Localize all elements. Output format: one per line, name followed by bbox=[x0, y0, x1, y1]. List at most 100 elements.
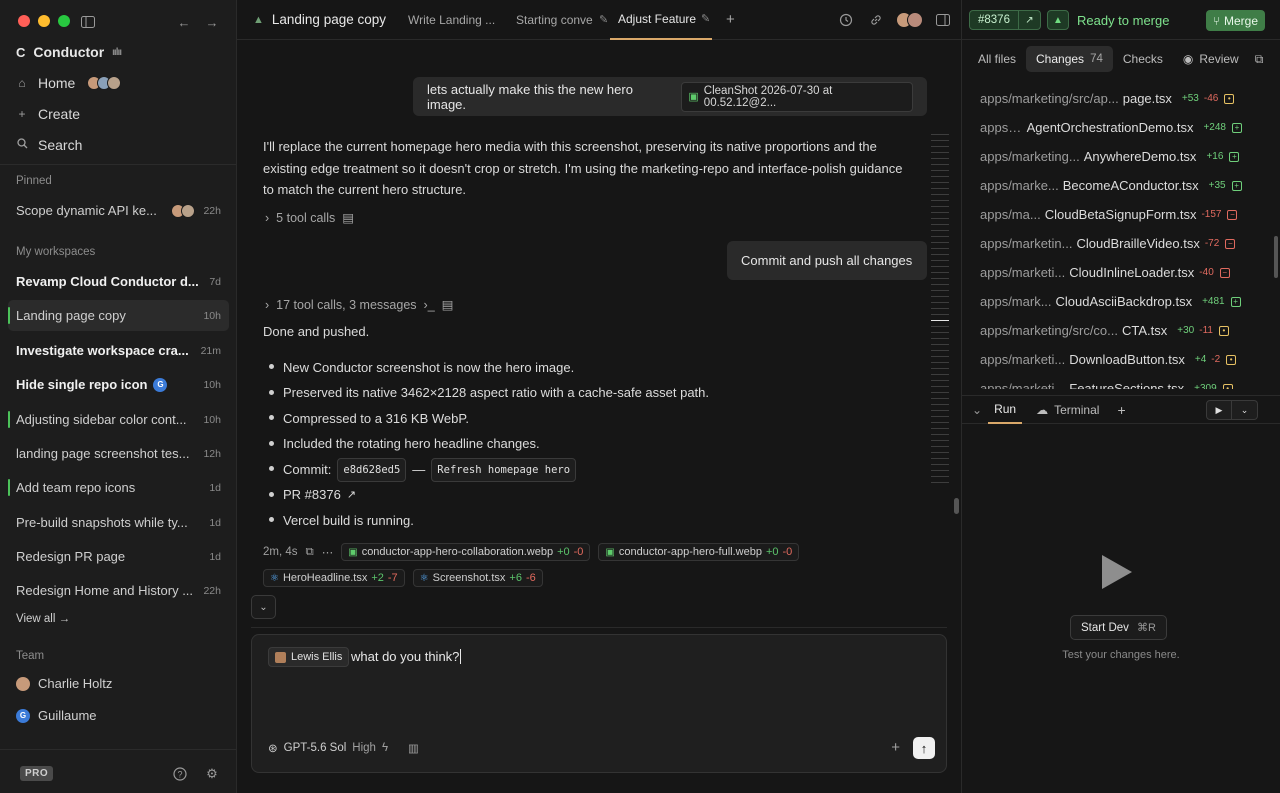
scroll-down-button[interactable]: ⌄ bbox=[251, 595, 276, 619]
zoom-window-button[interactable] bbox=[58, 15, 70, 27]
changed-file-row[interactable]: apps/ma... CloudBetaSignupForm.tsx -157− bbox=[980, 200, 1242, 229]
text-caret bbox=[460, 649, 462, 664]
close-window-button[interactable] bbox=[18, 15, 30, 27]
workspace-item-active[interactable]: Landing page copy 10h bbox=[8, 300, 229, 331]
tab-terminal[interactable]: ☁ Terminal bbox=[1030, 396, 1105, 424]
minimize-window-button[interactable] bbox=[38, 15, 50, 27]
message-composer[interactable]: Lewis Ellis what do you think? ⊛ GPT-5.6… bbox=[251, 634, 947, 773]
minimap-line bbox=[931, 170, 949, 171]
play-icon[interactable]: ▶ bbox=[1206, 400, 1232, 420]
workspace-item[interactable]: Adjusting sidebar color cont... 10h bbox=[8, 404, 229, 435]
workspace-item[interactable]: Redesign PR page 1d bbox=[8, 541, 229, 572]
tool-calls-toggle[interactable]: › 5 tool calls ▤ bbox=[265, 210, 354, 226]
lightning-icon[interactable]: ϟ bbox=[382, 742, 388, 754]
team-member[interactable]: Charlie Holtz bbox=[16, 676, 112, 691]
image-file-icon: ▣ bbox=[688, 91, 699, 103]
mention-chip[interactable]: Lewis Ellis bbox=[268, 647, 350, 667]
workspace-item[interactable]: Hide single repo icon G 10h bbox=[8, 369, 229, 400]
user-message-text: lets actually make this the new hero ima… bbox=[427, 81, 633, 112]
pencil-icon[interactable]: ✎ bbox=[701, 12, 710, 25]
workspace-item[interactable]: Redesign Home and History ... 22h bbox=[8, 575, 229, 606]
composer-input[interactable]: what do you think? bbox=[351, 649, 462, 664]
add-attachment-button[interactable]: + bbox=[891, 739, 900, 756]
pr-link[interactable]: PR #8376 bbox=[283, 485, 341, 505]
tab-label: Checks bbox=[1122, 52, 1163, 66]
changed-file-row[interactable]: apps/marketing/src/co... CTA.tsx +30 -11 • bbox=[980, 316, 1242, 345]
link-icon[interactable] bbox=[866, 10, 886, 30]
workspace-item[interactable]: Revamp Cloud Conductor d... 7d bbox=[8, 266, 229, 297]
minimap-line bbox=[931, 440, 949, 441]
view-all-link[interactable]: View all → bbox=[16, 613, 70, 625]
history-icon[interactable] bbox=[836, 10, 856, 30]
tab-adjust-feature[interactable]: Adjust Feature ✎ bbox=[610, 0, 712, 40]
tab-starting-conversation[interactable]: Starting conve ✎ bbox=[500, 0, 610, 40]
additions: +0 bbox=[765, 546, 779, 558]
image-attachment[interactable]: ▣ CleanShot 2026-07-30 at 00.52.12@2... bbox=[681, 81, 913, 112]
minimap-line bbox=[931, 452, 949, 453]
more-icon[interactable]: ⋯ bbox=[322, 545, 334, 559]
changed-file-row[interactable]: apps/marketin... CloudBrailleVideo.tsx -72… bbox=[980, 229, 1242, 258]
minimap-line bbox=[931, 182, 949, 183]
changed-file-chip[interactable]: ⚛ Screenshot.tsx +6 -6 bbox=[412, 569, 543, 587]
sidebar-toggle-icon[interactable] bbox=[78, 12, 98, 32]
changed-file-row[interactable]: apps/marke... BecomeAConductor.tsx +35 + bbox=[980, 171, 1242, 200]
forward-arrow-icon[interactable]: → bbox=[202, 12, 222, 32]
settings-gear-icon[interactable]: ⚙ bbox=[202, 764, 222, 784]
workspace-item[interactable]: Pre-build snapshots while ty... 1d bbox=[8, 507, 229, 538]
copy-icon[interactable]: ⧉ bbox=[306, 546, 314, 559]
team-member[interactable]: G Guillaume bbox=[16, 708, 97, 723]
files-scrollbar[interactable] bbox=[1274, 236, 1278, 278]
workspace-item[interactable]: Add team repo icons 1d bbox=[8, 472, 229, 503]
play-icon-large[interactable] bbox=[1102, 555, 1132, 589]
changed-file-row[interactable]: apps/marketi... FeatureSections.tsx +309 • bbox=[980, 374, 1242, 389]
changed-file-row[interactable]: apps/marketing... AnywhereDemo.tsx +16 + bbox=[980, 142, 1242, 171]
minimap-line bbox=[931, 212, 949, 213]
summary-list: New Conductor screenshot is now the hero… bbox=[269, 355, 923, 534]
minimap-line bbox=[931, 272, 949, 273]
nav-search-label: Search bbox=[38, 137, 83, 153]
nav-search[interactable]: Search bbox=[16, 137, 82, 153]
chevron-down-icon[interactable]: ⌄ bbox=[1232, 400, 1258, 420]
tab-review[interactable]: ◉ Review bbox=[1173, 46, 1249, 72]
changed-file-row[interactable]: apps/marketing/src/ap... page.tsx +53 -46 • bbox=[980, 84, 1242, 113]
chat-scrollbar[interactable] bbox=[954, 498, 959, 514]
collapse-chevron-icon[interactable]: ⌄ bbox=[962, 396, 988, 424]
send-button[interactable]: ↑ bbox=[913, 737, 935, 759]
new-tab-button[interactable]: + bbox=[712, 0, 735, 40]
changed-file-row[interactable]: apps/marketi... CloudInlineLoader.tsx -40− bbox=[980, 258, 1242, 287]
start-dev-button[interactable]: Start Dev ⌘R bbox=[1070, 615, 1167, 640]
book-icon[interactable]: ▥ bbox=[408, 741, 419, 755]
tab-checks[interactable]: Checks bbox=[1113, 46, 1173, 72]
nav-create[interactable]: + Create bbox=[16, 106, 80, 122]
model-selector[interactable]: ⊛ GPT-5.6 Sol High ϟ ▥ bbox=[268, 741, 419, 755]
tab-write-landing[interactable]: Write Landing ... bbox=[392, 0, 500, 40]
help-icon[interactable]: ? bbox=[170, 764, 190, 784]
changed-file-row[interactable]: apps/mark... CloudAsciiBackdrop.tsx +481 + bbox=[980, 287, 1242, 316]
panel-toggle-icon[interactable] bbox=[933, 10, 953, 30]
pr-number[interactable]: #8376 bbox=[969, 10, 1019, 30]
external-link-icon[interactable]: ↗ bbox=[347, 485, 356, 505]
workspace-item[interactable]: Investigate workspace cra... 21m bbox=[8, 335, 229, 366]
additions: +30 bbox=[1177, 325, 1195, 336]
changed-file-chip[interactable]: ⚛ HeroHeadline.tsx +2 -7 bbox=[263, 569, 405, 587]
changed-file-row[interactable]: apps/marketi... DownloadButton.tsx +4 -2 • bbox=[980, 345, 1242, 374]
external-link-icon[interactable]: ↗ bbox=[1018, 10, 1041, 30]
tab-changes[interactable]: Changes 74 bbox=[1026, 46, 1113, 72]
conversation-minimap[interactable] bbox=[931, 134, 949, 488]
pencil-icon[interactable]: ✎ bbox=[599, 13, 608, 26]
pinned-item[interactable]: Scope dynamic API ke... 22h bbox=[8, 195, 229, 226]
back-arrow-icon[interactable]: ← bbox=[174, 12, 194, 32]
tool-calls-toggle[interactable]: › 17 tool calls, 3 messages ›_ ▤ bbox=[265, 297, 453, 313]
changed-file-row[interactable]: apps/... AgentOrchestrationDemo.tsx +248 + bbox=[980, 113, 1242, 142]
brand: C Conductor ıılıı bbox=[16, 44, 122, 60]
tab-all-files[interactable]: All files bbox=[968, 46, 1026, 72]
merge-button[interactable]: ⑂ Merge bbox=[1205, 10, 1265, 31]
commit-hash[interactable]: e8d628ed5 bbox=[337, 457, 407, 482]
workspace-item[interactable]: landing page screenshot tes... 12h bbox=[8, 438, 229, 469]
changed-file-chip[interactable]: ▣ conductor-app-hero-collaboration.webp … bbox=[341, 543, 591, 561]
tab-run[interactable]: Run bbox=[988, 396, 1023, 424]
nav-home[interactable]: ⌂ Home bbox=[16, 75, 122, 91]
changed-file-chip[interactable]: ▣ conductor-app-hero-full.webp +0 -0 bbox=[598, 543, 800, 561]
add-terminal-button[interactable]: + bbox=[1111, 396, 1131, 424]
layout-icon[interactable]: ⧉ bbox=[1249, 46, 1264, 72]
